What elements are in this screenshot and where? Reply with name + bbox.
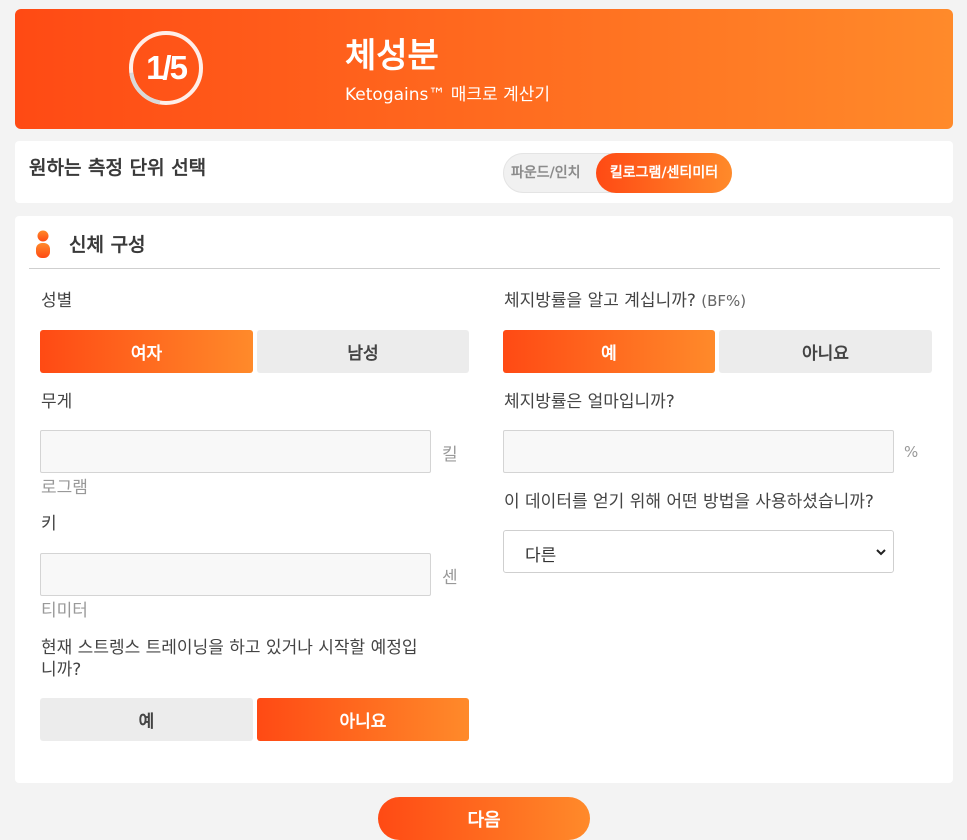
- chevron-down-icon: [876, 549, 886, 556]
- unit-toggle[interactable]: 파운드/인치 킬로그램/센티미터: [503, 153, 732, 193]
- bf-unit: %: [904, 443, 919, 461]
- strength-training-label-line2: 니까?: [41, 660, 82, 680]
- sex-label: 성별: [41, 291, 73, 311]
- know-bf-label: 체지방률을 알고 계십니까? (BF%): [504, 290, 746, 312]
- weight-unit: 킬: [442, 445, 458, 465]
- page-subtitle: Ketogains™ 매크로 계산기: [345, 85, 551, 105]
- strength-training-no-button[interactable]: 아니요: [257, 698, 469, 741]
- bf-value-input[interactable]: [503, 430, 894, 473]
- sex-female-button[interactable]: 여자: [40, 330, 253, 373]
- weight-label: 무게: [41, 392, 73, 412]
- body-composition-card: 신체 구성 성별 여자 남성 무게 킬 로그램 키 센 티미터 현재 스트렝스 …: [15, 216, 953, 783]
- bf-value-label: 체지방률은 얼마입니까?: [504, 392, 675, 412]
- height-unit-wrap: 티미터: [41, 601, 88, 621]
- weight-unit-wrap: 로그램: [41, 478, 88, 498]
- weight-input[interactable]: [40, 430, 431, 473]
- method-select[interactable]: 다른: [503, 530, 894, 573]
- know-bf-label-suffix: (BF%): [701, 292, 747, 310]
- method-select-value: 다른: [525, 546, 557, 566]
- height-unit: 센: [442, 568, 458, 588]
- strength-training-label: 현재 스트렝스 트레이닝을 하고 있거나 시작할 예정입 니까?: [41, 637, 471, 681]
- section-title: 신체 구성: [69, 234, 146, 256]
- step-indicator: 1/5: [146, 49, 188, 86]
- next-button[interactable]: 다음: [378, 797, 590, 840]
- strength-training-label-line1: 현재 스트렝스 트레이닝을 하고 있거나 시작할 예정입: [41, 638, 418, 658]
- page-header: 1/5 체성분 Ketogains™ 매크로 계산기: [15, 9, 953, 129]
- method-label: 이 데이터를 얻기 위해 어떤 방법을 사용하셨습니까?: [504, 492, 874, 512]
- page-title: 체성분: [345, 36, 439, 76]
- sex-male-button[interactable]: 남성: [257, 330, 469, 373]
- strength-training-yes-button[interactable]: 예: [40, 698, 253, 741]
- height-input[interactable]: [40, 553, 431, 596]
- unit-selection-label: 원하는 측정 단위 선택: [29, 157, 207, 179]
- know-bf-label-text: 체지방률을 알고 계십니까?: [504, 291, 696, 311]
- height-label: 키: [41, 514, 57, 534]
- unit-selection-card: 원하는 측정 단위 선택 파운드/인치 킬로그램/센티미터: [15, 141, 953, 203]
- person-icon: [36, 230, 50, 258]
- know-bf-yes-button[interactable]: 예: [503, 330, 715, 373]
- unit-option-metric[interactable]: 킬로그램/센티미터: [596, 153, 732, 193]
- section-divider: [29, 268, 940, 269]
- unit-option-imperial[interactable]: 파운드/인치: [511, 153, 581, 193]
- know-bf-no-button[interactable]: 아니요: [719, 330, 932, 373]
